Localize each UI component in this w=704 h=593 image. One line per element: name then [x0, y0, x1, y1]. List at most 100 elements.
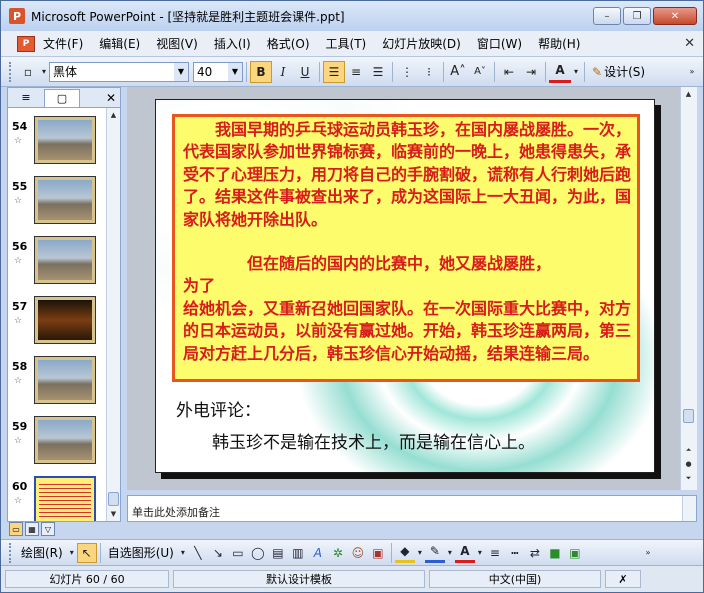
powerpoint-app-icon[interactable]: P	[9, 8, 25, 24]
design-icon: ✎	[592, 64, 603, 79]
toolbar-separator	[443, 61, 444, 82]
slideshow-view-icon[interactable]: ▽	[41, 522, 55, 536]
menu-slideshow[interactable]: 幻灯片放映(D)	[374, 35, 469, 52]
tab-outline[interactable]: ≡	[8, 89, 44, 107]
font-color-button[interactable]: A	[549, 61, 571, 83]
scroll-down-icon[interactable]: ▼	[107, 507, 120, 521]
scroll-up-icon[interactable]: ▲	[107, 108, 120, 122]
menu-window[interactable]: 窗口(W)	[469, 35, 530, 52]
italic-button[interactable]: I	[272, 61, 294, 83]
thumbnail-scrollbar[interactable]: ▲ ▼	[106, 108, 120, 521]
normal-view-icon[interactable]: ▭	[9, 522, 23, 536]
font-name-select[interactable]: 黑体 ▼	[49, 61, 189, 82]
notes-placeholder: 单击此处添加备注	[132, 506, 220, 519]
rectangle-icon[interactable]: ▭	[228, 543, 248, 563]
wordart-icon[interactable]: A	[308, 543, 328, 563]
textbox-icon[interactable]: ▤	[268, 543, 288, 563]
design-button[interactable]: ✎ 设计(S)	[588, 63, 649, 80]
diagram-icon[interactable]: ✲	[328, 543, 348, 563]
status-bar: 幻灯片 60 / 60 默认设计模板 中文(中国) ✗	[1, 565, 703, 592]
arrow-icon[interactable]: ↘	[208, 543, 228, 563]
align-center-icon[interactable]: ≡	[345, 61, 367, 83]
slide-star-icon: ☆	[14, 436, 23, 446]
minimize-button[interactable]: –	[593, 7, 621, 25]
font-color-dropdown-icon[interactable]: ▾	[571, 61, 581, 83]
chevron-down-icon[interactable]: ▾	[67, 543, 77, 563]
increase-font-icon[interactable]: A˄	[447, 61, 469, 83]
scroll-up-icon[interactable]: ▲	[682, 87, 695, 101]
decrease-indent-icon[interactable]: ⇤	[498, 61, 520, 83]
slide-thumbnail-58[interactable]: 58 ☆	[8, 352, 106, 412]
menu-format[interactable]: 格式(O)	[259, 35, 318, 52]
align-right-icon[interactable]: ☰	[367, 61, 389, 83]
slide-canvas[interactable]: 我国早期的乒乓球运动员韩玉珍，在国内屡战屡胜。一次，代表国家队参加世界锦标赛，临…	[155, 99, 655, 473]
document-close-icon[interactable]: ✕	[684, 36, 695, 51]
vertical-textbox-icon[interactable]: ▥	[288, 543, 308, 563]
select-browse-icon[interactable]: ●	[682, 457, 695, 471]
menu-insert[interactable]: 插入(I)	[206, 35, 259, 52]
chevron-down-icon[interactable]: ▾	[178, 543, 188, 563]
arrow-style-icon[interactable]: ⇄	[525, 543, 545, 563]
toolbar-grip[interactable]	[9, 542, 13, 563]
oval-icon[interactable]: ◯	[248, 543, 268, 563]
draw-menu-button[interactable]: 绘图(R)	[17, 544, 67, 561]
align-left-icon[interactable]: ☰	[323, 60, 345, 83]
chevron-down-icon[interactable]: ▾	[475, 543, 485, 563]
select-pointer-icon[interactable]: ↖	[76, 542, 97, 563]
underline-button[interactable]: U	[294, 61, 316, 83]
line-icon[interactable]: ╲	[188, 543, 208, 563]
spelling-check-icon[interactable]: ✗	[605, 570, 641, 588]
slide-thumbnail-59[interactable]: 59 ☆	[8, 412, 106, 472]
toolbar-grip[interactable]	[9, 61, 13, 82]
slide-thumbnail-55[interactable]: 55 ☆	[8, 172, 106, 232]
menu-tools[interactable]: 工具(T)	[318, 35, 375, 52]
scroll-thumb[interactable]	[108, 492, 119, 506]
fill-color-icon[interactable]: ◆	[394, 543, 415, 563]
decrease-font-icon[interactable]: A˅	[469, 61, 491, 83]
notes-scrollbar[interactable]	[682, 496, 696, 521]
shadow-style-icon[interactable]: ■	[545, 543, 565, 563]
document-icon[interactable]: P	[17, 35, 35, 52]
restore-button[interactable]: ❐	[623, 7, 651, 25]
menu-file[interactable]: 文件(F)	[35, 35, 91, 52]
story-textbox[interactable]: 我国早期的乒乓球运动员韩玉珍，在国内屡战屡胜。一次，代表国家队参加世界锦标赛，临…	[172, 114, 640, 382]
toolbar-options-icon[interactable]: ▾	[39, 61, 49, 83]
toolbar-separator	[390, 542, 392, 563]
close-button[interactable]: ✕	[653, 7, 697, 25]
font-size-select[interactable]: 40 ▼	[193, 61, 243, 82]
scroll-thumb[interactable]	[683, 409, 694, 423]
3d-style-icon[interactable]: ▣	[565, 543, 585, 563]
new-document-icon[interactable]: ▫	[17, 61, 39, 83]
slide-thumbnail-54[interactable]: 54 ☆	[8, 112, 106, 172]
toolbar-overflow-icon[interactable]: »	[687, 61, 697, 83]
line-color-icon[interactable]: ✎	[424, 543, 445, 563]
autoshapes-menu-button[interactable]: 自选图形(U)	[104, 544, 178, 561]
menu-edit[interactable]: 编辑(E)	[91, 35, 148, 52]
notes-pane[interactable]: 单击此处添加备注	[127, 495, 697, 522]
line-style-icon[interactable]: ≡	[485, 543, 505, 563]
tab-slides[interactable]: ▢	[44, 88, 80, 107]
chevron-down-icon[interactable]: ▾	[415, 543, 425, 563]
slide-scrollbar[interactable]: ▲ ⏶ ● ⏷	[680, 87, 697, 490]
previous-slide-icon[interactable]: ⏶	[682, 443, 695, 457]
pane-close-icon[interactable]: ✕	[106, 91, 116, 105]
chevron-down-icon[interactable]: ▾	[445, 543, 455, 563]
menu-bar: P 文件(F) 编辑(E) 视图(V) 插入(I) 格式(O) 工具(T) 幻灯…	[1, 31, 703, 57]
slide-thumbnail-57[interactable]: 57 ☆	[8, 292, 106, 352]
picture-icon[interactable]: ▣	[368, 543, 388, 563]
slide-thumbnail-56[interactable]: 56 ☆	[8, 232, 106, 292]
numbering-icon[interactable]: ⋮	[396, 61, 418, 83]
increase-indent-icon[interactable]: ⇥	[520, 61, 542, 83]
bullets-icon[interactable]: ⁝	[418, 61, 440, 83]
bold-button[interactable]: B	[250, 60, 272, 83]
powerpoint-window: P Microsoft PowerPoint - [坚持就是胜利主题班会课件.p…	[0, 0, 704, 593]
slide-sorter-icon[interactable]: ▦	[25, 522, 39, 536]
font-color-icon[interactable]: A	[454, 543, 475, 563]
menu-view[interactable]: 视图(V)	[148, 35, 206, 52]
dash-style-icon[interactable]: ┅	[505, 543, 525, 563]
clipart-icon[interactable]: ☺	[348, 543, 368, 563]
slide-thumbnail-60[interactable]: 60 ☆	[8, 472, 106, 521]
menu-help[interactable]: 帮助(H)	[530, 35, 588, 52]
next-slide-icon[interactable]: ⏷	[682, 471, 695, 485]
toolbar-overflow-icon[interactable]: »	[643, 543, 653, 563]
